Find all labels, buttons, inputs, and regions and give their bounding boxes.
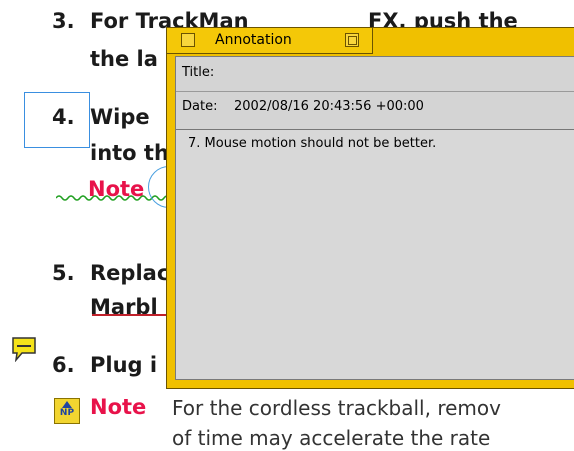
- annotation-body: Title: Date: 2002/08/16 20:43:56 +00:00 …: [175, 56, 574, 380]
- triangle-up-icon: [62, 401, 72, 408]
- titlebar-extension: [373, 28, 574, 54]
- item-4-number: 4.: [52, 105, 75, 129]
- item-6-line1: Plug i: [90, 353, 158, 377]
- annotation-window[interactable]: Annotation Title: Date: 2002/08/16 20:43…: [166, 27, 574, 389]
- item-5-line1: Replac: [90, 261, 170, 285]
- item-4-line2: into th: [90, 141, 169, 165]
- title-label: Title:: [182, 65, 215, 80]
- np-icon[interactable]: NP: [54, 398, 80, 424]
- item-5-number: 5.: [52, 261, 75, 285]
- bottom-note-label: Note: [90, 395, 147, 419]
- item-3-line2: the la: [90, 47, 158, 71]
- item-5-line2: Marbl: [90, 295, 158, 319]
- np-icon-label: NP: [59, 408, 75, 418]
- annotation-content-area[interactable]: 7. Mouse motion should not be better.: [176, 129, 574, 379]
- zoom-box-icon[interactable]: [345, 33, 359, 47]
- date-label: Date:: [182, 99, 218, 114]
- item-6-number: 6.: [52, 353, 75, 377]
- item-4-line1: Wipe: [90, 105, 150, 129]
- bottom-note-text: For the cordless trackball, remov: [172, 396, 501, 420]
- bottom-note-line2: of time may accelerate the rate: [172, 426, 491, 450]
- field-divider: [176, 91, 574, 92]
- close-box-icon[interactable]: [181, 33, 195, 47]
- annotation-window-title: Annotation: [215, 32, 292, 48]
- strikeout-mark[interactable]: [92, 314, 172, 316]
- annotation-content-text: 7. Mouse motion should not be better.: [188, 136, 437, 151]
- comment-note-icon[interactable]: [10, 336, 38, 362]
- date-value: 2002/08/16 20:43:56 +00:00: [234, 99, 424, 114]
- annotation-titlebar[interactable]: Annotation: [167, 28, 373, 54]
- item-3-number: 3.: [52, 9, 75, 33]
